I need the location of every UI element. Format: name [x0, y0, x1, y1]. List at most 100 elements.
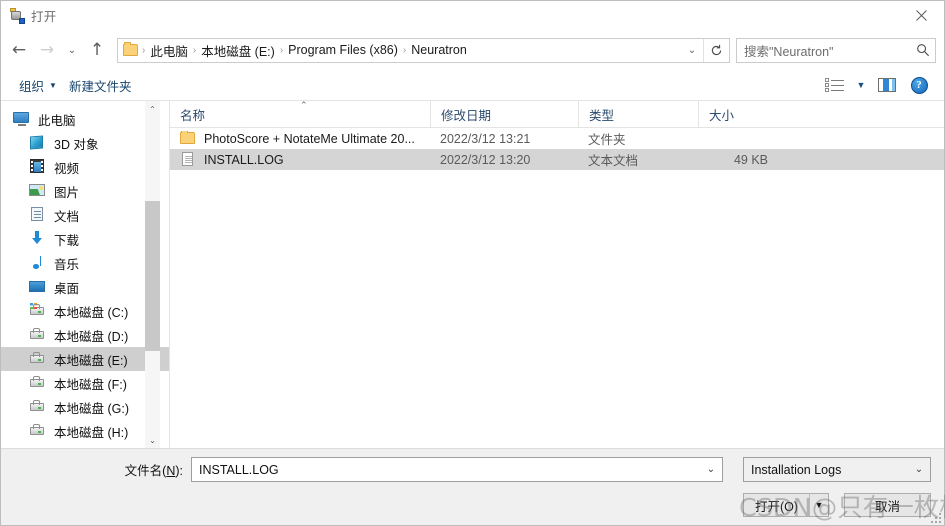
sidebar-item-label: 视频	[54, 161, 80, 176]
command-bar-right-tools: ▼ ?	[820, 73, 944, 97]
breadcrumb-item-2[interactable]: Program Files (x86)	[284, 42, 402, 58]
forward-button[interactable]: →	[33, 36, 61, 64]
arrow-up-icon: ↑	[89, 39, 105, 60]
column-header-name[interactable]: ⌃ 名称	[170, 100, 430, 127]
sidebar-item-desktop[interactable]: 桌面	[1, 275, 169, 299]
recent-locations-button[interactable]: ⌄	[61, 36, 83, 64]
column-header-label: 大小	[709, 108, 735, 123]
sidebar-item-label: 3D 对象	[54, 137, 99, 152]
new-folder-label: 新建文件夹	[68, 79, 132, 94]
file-type-filter[interactable]: Installation Logs ⌄	[743, 457, 931, 482]
sidebar-item-drive-c[interactable]: 本地磁盘 (C:)	[1, 299, 169, 323]
scroll-up-icon[interactable]: ⌃	[145, 101, 160, 117]
sidebar-item-label: 本地磁盘 (C:)	[54, 305, 129, 320]
drive-icon	[29, 351, 47, 367]
open-file-dialog: 打开 ← → ⌄ ↑ › 此电脑 › 本地磁盘 (E:) › Program F…	[0, 0, 945, 526]
column-header-type[interactable]: 类型	[578, 101, 698, 127]
scroll-down-icon[interactable]: ⌄	[145, 432, 160, 448]
downloads-icon	[29, 231, 47, 247]
documents-icon	[29, 207, 47, 223]
column-header-label: 名称	[180, 108, 206, 123]
close-button[interactable]	[898, 1, 944, 30]
view-options-button[interactable]	[820, 73, 850, 97]
up-button[interactable]: ↑	[83, 36, 111, 64]
open-button-label: 打开(O)	[754, 499, 799, 514]
scrollbar-thumb[interactable]	[145, 201, 160, 351]
breadcrumb-item-1[interactable]: 本地磁盘 (E:)	[197, 40, 279, 61]
breadcrumb-item-3[interactable]: Neuratron	[407, 42, 471, 58]
breadcrumb: › 此电脑 › 本地磁盘 (E:) › Program Files (x86) …	[141, 40, 681, 61]
help-icon: ?	[910, 76, 928, 94]
chevron-down-icon[interactable]: ⌄	[700, 464, 722, 475]
sidebar-item-3d-objects[interactable]: 3D 对象	[1, 131, 169, 155]
refresh-icon	[711, 44, 722, 55]
resize-grip[interactable]	[929, 511, 941, 523]
computer-icon	[13, 111, 31, 127]
sidebar-item-drive-g[interactable]: 本地磁盘 (G:)	[1, 395, 169, 419]
app-icon	[9, 7, 25, 24]
address-dropdown-button[interactable]: ⌄	[681, 45, 703, 56]
cancel-button[interactable]: 取消	[844, 493, 931, 517]
sidebar-item-downloads[interactable]: 下载	[1, 227, 169, 251]
column-header-date[interactable]: 修改日期	[430, 101, 578, 127]
help-button[interactable]: ?	[904, 73, 934, 97]
sidebar-item-drive-f[interactable]: 本地磁盘 (F:)	[1, 371, 169, 395]
sidebar-item-videos[interactable]: 视频	[1, 155, 169, 179]
table-row[interactable]: INSTALL.LOG 2022/3/12 13:20 文本文档 49 KB	[170, 149, 944, 170]
filename-label: 文件名(N):	[1, 460, 191, 479]
sidebar-scrollbar[interactable]: ⌃ ⌄	[145, 101, 160, 448]
3d-objects-icon	[29, 135, 47, 151]
filename-input[interactable]: INSTALL.LOG ⌄	[191, 457, 723, 482]
refresh-button[interactable]	[704, 44, 729, 57]
open-button[interactable]: 打开(O) ▼	[743, 493, 829, 517]
list-view-icon	[825, 78, 845, 92]
sidebar-item-label: 桌面	[54, 281, 80, 296]
sidebar-item-label: 此电脑	[38, 113, 76, 128]
window-title: 打开	[31, 10, 57, 24]
filename-label-prefix: 文件名(	[124, 464, 167, 478]
text-file-icon	[180, 152, 197, 167]
command-bar: 组织 ▼ 新建文件夹 ▼ ?	[1, 70, 944, 101]
navigation-sidebar: 此电脑 3D 对象 视频 图片 文档 下载 音乐 桌面 本地磁盘 (C:) 本地…	[1, 101, 170, 448]
file-type-cell: 文件夹	[588, 133, 626, 147]
sort-ascending-icon: ⌃	[300, 100, 308, 110]
file-list-pane: ⌃ 名称 修改日期 类型 大小 PhotoScore + NotateMe Ul…	[170, 100, 944, 448]
sidebar-item-drive-h[interactable]: 本地磁盘 (H:)	[1, 419, 169, 443]
open-dropdown-button[interactable]: ▼	[809, 494, 828, 516]
file-name-cell: INSTALL.LOG	[170, 152, 430, 167]
sidebar-item-drive-e[interactable]: 本地磁盘 (E:)	[1, 347, 169, 371]
file-name-cell: PhotoScore + NotateMe Ultimate 20...	[170, 131, 430, 146]
drive-icon	[29, 423, 47, 439]
drive-icon	[29, 327, 47, 343]
title-bar: 打开	[1, 1, 944, 30]
sidebar-item-documents[interactable]: 文档	[1, 203, 169, 227]
back-button[interactable]: ←	[5, 36, 33, 64]
sidebar-item-this-pc[interactable]: 此电脑	[1, 107, 169, 131]
view-dropdown-button[interactable]: ▼	[852, 73, 870, 97]
breadcrumb-item-0[interactable]: 此电脑	[146, 40, 192, 61]
column-header-size[interactable]: 大小	[698, 101, 776, 127]
navigation-tree: 此电脑 3D 对象 视频 图片 文档 下载 音乐 桌面 本地磁盘 (C:) 本地…	[1, 101, 169, 443]
search-box[interactable]: 搜索"Neuratron"	[736, 37, 936, 63]
filename-label-accesskey: N	[166, 464, 176, 478]
sidebar-item-label: 本地磁盘 (G:)	[54, 401, 129, 416]
preview-pane-button[interactable]	[872, 73, 902, 97]
search-input[interactable]: 搜索"Neuratron"	[737, 41, 911, 60]
sidebar-item-drive-d[interactable]: 本地磁盘 (D:)	[1, 323, 169, 347]
organize-button[interactable]: 组织 ▼	[13, 73, 63, 97]
sidebar-item-music[interactable]: 音乐	[1, 251, 169, 275]
videos-icon	[29, 159, 47, 175]
pictures-icon	[29, 183, 47, 199]
sidebar-item-label: 本地磁盘 (E:)	[54, 353, 128, 368]
file-type-cell: 文本文档	[588, 154, 639, 168]
new-folder-button[interactable]: 新建文件夹	[63, 73, 138, 97]
table-row[interactable]: PhotoScore + NotateMe Ultimate 20... 202…	[170, 128, 944, 149]
chevron-down-icon: ▼	[814, 500, 824, 510]
address-bar[interactable]: › 此电脑 › 本地磁盘 (E:) › Program Files (x86) …	[117, 37, 730, 63]
back-icon: ←	[11, 39, 27, 60]
filename-value[interactable]: INSTALL.LOG	[192, 463, 700, 477]
sidebar-item-label: 音乐	[54, 257, 80, 272]
file-name-label: PhotoScore + NotateMe Ultimate 20...	[204, 131, 415, 146]
column-header-label: 修改日期	[441, 108, 492, 123]
sidebar-item-pictures[interactable]: 图片	[1, 179, 169, 203]
